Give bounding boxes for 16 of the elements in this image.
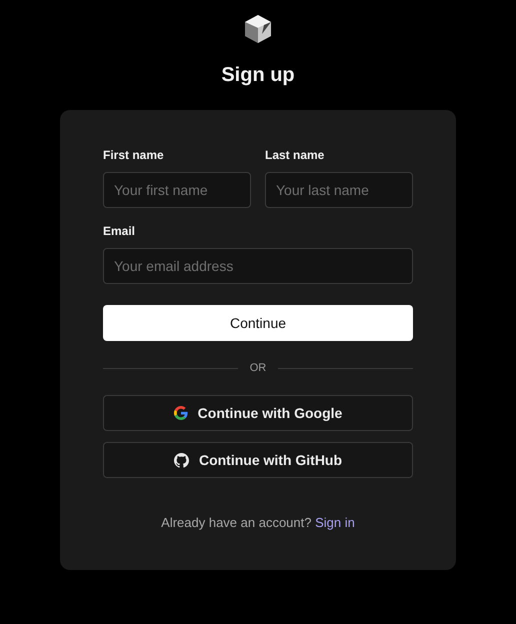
provider-button[interactable]: Continue with Google	[103, 395, 413, 431]
sign-in-link[interactable]: Sign in	[315, 515, 355, 530]
continue-button[interactable]: Continue	[103, 305, 413, 341]
page-title: Sign up	[221, 64, 295, 87]
input-field[interactable]: Your first name	[103, 172, 251, 208]
input-field[interactable]: Your last name	[265, 172, 413, 208]
google-icon	[174, 406, 188, 420]
cube-logo-icon	[244, 14, 272, 44]
provider-button[interactable]: Continue with GitHub	[103, 442, 413, 478]
signin-prompt: Already have an account? Sign in	[160, 515, 356, 530]
email-field[interactable]: Your email address	[103, 248, 413, 284]
field-label: Email	[103, 224, 136, 238]
field-label: First name	[103, 148, 165, 162]
field-label: Last name	[265, 148, 326, 162]
divider-text: OR	[250, 362, 266, 374]
github-icon	[174, 452, 189, 468]
